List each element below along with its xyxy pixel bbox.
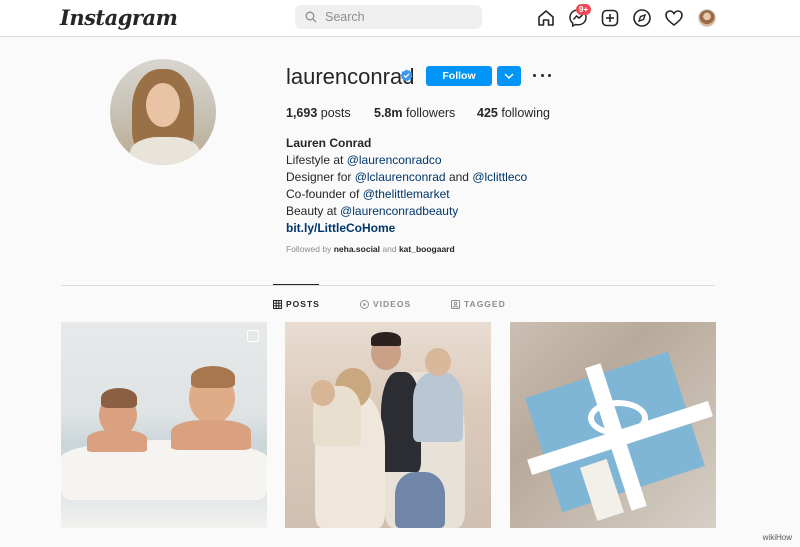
- tabs-divider: [61, 285, 715, 286]
- search-input[interactable]: [325, 10, 465, 24]
- home-icon[interactable]: [536, 8, 556, 28]
- mention-link[interactable]: @thelittlemarket: [363, 187, 450, 201]
- post-thumbnail[interactable]: [510, 322, 716, 528]
- play-icon: [360, 299, 369, 309]
- tab-videos[interactable]: VIDEOS: [360, 299, 411, 309]
- new-post-icon[interactable]: [600, 8, 620, 28]
- tag-icon: [451, 299, 460, 309]
- profile-picture[interactable]: [110, 59, 216, 165]
- verified-badge-icon: [400, 69, 413, 82]
- profile-avatar-small[interactable]: [698, 9, 716, 27]
- activity-heart-icon[interactable]: [664, 8, 684, 28]
- messages-badge: 9+: [576, 4, 592, 15]
- following-count[interactable]: 425 following: [477, 106, 550, 120]
- search-icon: [305, 11, 317, 23]
- chevron-down-icon: [504, 73, 514, 79]
- full-name: Lauren Conrad: [286, 136, 372, 150]
- suggested-accounts-button[interactable]: [497, 66, 521, 86]
- profile-bio: Lauren Conrad Lifestyle at @laurenconrad…: [286, 135, 527, 237]
- search-box[interactable]: [295, 5, 482, 29]
- active-tab-indicator: [273, 284, 319, 285]
- follow-button[interactable]: Follow: [426, 66, 492, 86]
- top-navigation-bar: Instagram 9+: [0, 0, 800, 37]
- bio-line-2: Designer for @lclaurenconrad and @lclitt…: [286, 170, 528, 184]
- mention-link[interactable]: @laurenconradco: [347, 153, 442, 167]
- instagram-logo[interactable]: Instagram: [60, 5, 178, 30]
- posts-count: 1,693 posts: [286, 106, 351, 120]
- followers-count[interactable]: 5.8m followers: [374, 106, 455, 120]
- bio-line-3: Co-founder of @thelittlemarket: [286, 187, 450, 201]
- mention-link[interactable]: @lclaurenconrad: [355, 170, 446, 184]
- tab-posts[interactable]: POSTS: [273, 299, 320, 309]
- profile-username: laurenconrad: [286, 64, 415, 89]
- mention-link[interactable]: @laurenconradbeauty: [340, 204, 458, 218]
- more-options-icon[interactable]: [533, 68, 551, 82]
- explore-compass-icon[interactable]: [632, 8, 652, 28]
- followed-by-text[interactable]: Followed by neha.social and kat_boogaard: [286, 244, 455, 254]
- bio-line-1: Lifestyle at @laurenconradco: [286, 153, 442, 167]
- mention-link[interactable]: @lclittleco: [472, 170, 527, 184]
- post-thumbnail[interactable]: [61, 322, 267, 528]
- website-link[interactable]: bit.ly/LittleCoHome: [286, 220, 527, 237]
- tab-tagged[interactable]: TAGGED: [451, 299, 506, 309]
- watermark: wikiHow: [762, 533, 792, 542]
- multiple-photos-icon: [247, 330, 259, 342]
- post-thumbnail[interactable]: [285, 322, 491, 528]
- grid-icon: [273, 299, 282, 309]
- bio-line-4: Beauty at @laurenconradbeauty: [286, 204, 459, 218]
